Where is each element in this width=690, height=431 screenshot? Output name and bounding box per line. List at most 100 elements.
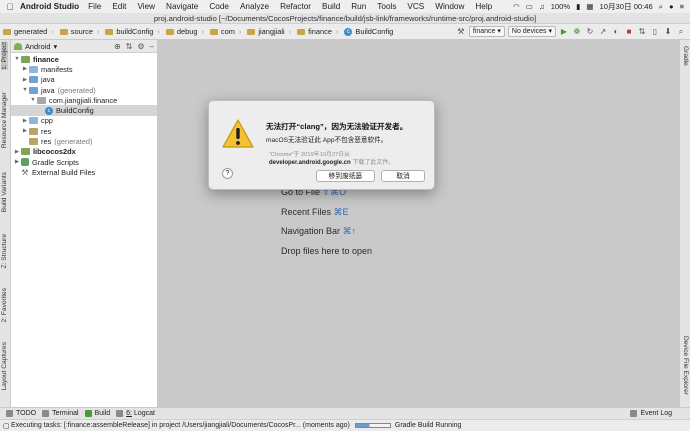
- hide-icon[interactable]: –: [150, 42, 154, 51]
- collapsed-arrow-icon[interactable]: ▶: [21, 118, 29, 124]
- attach-debugger-icon[interactable]: ↗: [598, 27, 608, 37]
- collapsed-arrow-icon[interactable]: ▶: [21, 77, 29, 83]
- tree-item[interactable]: ⚒ External Build Files: [11, 167, 157, 177]
- volume-icon[interactable]: ♫: [539, 2, 545, 11]
- chevron-down-icon[interactable]: ▾: [53, 42, 57, 51]
- menu-code[interactable]: Code: [209, 2, 229, 11]
- input-method-icon[interactable]: ▦: [586, 2, 593, 11]
- menu-analyze[interactable]: Analyze: [240, 2, 269, 11]
- breadcrumb-com[interactable]: com ›: [207, 27, 244, 36]
- tree-item[interactable]: ▼ com.jiangjiali.finance: [11, 95, 157, 105]
- tab-build-variants[interactable]: Build Variants: [1, 172, 8, 212]
- status-task[interactable]: Gradle Build Running: [395, 422, 462, 429]
- search-everywhere-icon[interactable]: ⌕: [676, 27, 686, 37]
- menu-file[interactable]: File: [88, 2, 101, 11]
- menu-vcs[interactable]: VCS: [407, 2, 424, 11]
- sdk-manager-icon[interactable]: ⬇: [663, 27, 673, 37]
- tab-gradle[interactable]: Gradle: [682, 46, 689, 66]
- tree-item[interactable]: ▼ java (generated): [11, 85, 157, 95]
- menu-build[interactable]: Build: [322, 2, 340, 11]
- menu-tools[interactable]: Tools: [377, 2, 396, 11]
- breadcrumb-finance[interactable]: finance ›: [294, 27, 341, 36]
- status-message[interactable]: Executing tasks: [:finance:assembleRelea…: [11, 422, 350, 429]
- gear-icon[interactable]: ⚙: [137, 42, 144, 51]
- left-tool-stripe: 1: Project Resource Manager Build Varian…: [0, 40, 11, 407]
- tab-layout-captures[interactable]: Layout Captures: [1, 342, 8, 390]
- tool-terminal[interactable]: Terminal: [42, 410, 79, 417]
- user-icon[interactable]: ●: [669, 2, 674, 11]
- tab-structure[interactable]: Z: Structure: [1, 234, 8, 268]
- navigation-bar: generated › source › buildConfig › debug › c…: [0, 24, 690, 40]
- dialog-source-suffix: 下载了此文件。: [352, 160, 395, 166]
- menu-window[interactable]: Window: [435, 2, 464, 11]
- stop-icon[interactable]: ■: [624, 27, 634, 37]
- folder-icon: [105, 28, 114, 35]
- breadcrumb-generated[interactable]: generated ›: [0, 27, 57, 36]
- tab-device-file-explorer[interactable]: Device File Explorer: [682, 336, 689, 395]
- tree-item[interactable]: c BuildConfig: [11, 105, 157, 116]
- app-menu[interactable]: Android Studio: [20, 2, 79, 11]
- locate-icon[interactable]: ⊕: [114, 42, 121, 51]
- menu-list-icon[interactable]: ≡: [680, 2, 684, 11]
- editor-empty-area[interactable]: Go to File ⇧⌘O Recent Files ⌘E Navigatio…: [158, 40, 679, 407]
- airplay-icon[interactable]: ▭: [526, 2, 533, 11]
- tab-resource-manager[interactable]: Resource Manager: [1, 92, 8, 148]
- menu-view[interactable]: View: [137, 2, 155, 11]
- tool-label: Terminal: [52, 410, 79, 417]
- tree-item[interactable]: ▶ java: [11, 75, 157, 85]
- move-to-trash-button[interactable]: 移到废纸篓: [316, 170, 375, 182]
- tab-favorites[interactable]: 2: Favorites: [1, 288, 8, 322]
- tool-build[interactable]: Build: [84, 410, 110, 417]
- make-project-icon[interactable]: ⚒: [456, 27, 466, 37]
- battery-icon[interactable]: ▮: [576, 2, 580, 11]
- breadcrumb-buildconfig[interactable]: buildConfig ›: [102, 27, 162, 36]
- help-button[interactable]: ?: [222, 168, 233, 179]
- collapsed-arrow-icon[interactable]: ▶: [21, 66, 29, 72]
- breadcrumb-class[interactable]: c BuildConfig: [341, 27, 396, 36]
- avd-manager-icon[interactable]: ▯: [650, 27, 660, 37]
- tool-todo[interactable]: TODO: [6, 410, 36, 417]
- clock[interactable]: 10月30日 00:46: [600, 1, 653, 12]
- wifi-icon[interactable]: ◠: [513, 2, 520, 11]
- project-view-select[interactable]: Android: [25, 42, 50, 51]
- battery-percent[interactable]: 100%: [551, 2, 570, 11]
- collapse-all-icon[interactable]: ⇅: [126, 42, 133, 51]
- menu-edit[interactable]: Edit: [112, 2, 126, 11]
- expanded-arrow-icon[interactable]: ▼: [13, 56, 21, 62]
- hint-recent-files: Recent Files ⌘E: [281, 207, 349, 218]
- run-config-select[interactable]: finance ▾: [468, 26, 505, 37]
- tree-item[interactable]: res (generated): [11, 136, 157, 146]
- expanded-arrow-icon[interactable]: ▼: [21, 87, 29, 93]
- tree-item[interactable]: ▶ cpp: [11, 116, 157, 126]
- collapsed-arrow-icon[interactable]: ▶: [13, 149, 21, 155]
- tree-item[interactable]: ▶ Gradle Scripts: [11, 157, 157, 167]
- apple-menu-icon[interactable]: : [0, 2, 20, 12]
- menu-navigate[interactable]: Navigate: [166, 2, 198, 11]
- tab-project[interactable]: 1: Project: [1, 42, 8, 70]
- menu-run[interactable]: Run: [351, 2, 366, 11]
- device-select[interactable]: No devices ▾: [507, 26, 556, 37]
- tree-item[interactable]: ▶ res: [11, 126, 157, 136]
- profile-icon[interactable]: ◐: [611, 27, 621, 37]
- breadcrumb-source[interactable]: source ›: [57, 27, 103, 36]
- search-icon[interactable]: ⌕: [659, 2, 663, 12]
- breadcrumb-debug[interactable]: debug ›: [163, 27, 207, 36]
- tree-item[interactable]: ▶ manifests: [11, 64, 157, 74]
- status-toggle-icon[interactable]: ▢: [3, 422, 11, 430]
- sync-gradle-icon[interactable]: ⇅: [637, 27, 647, 37]
- tool-logcat[interactable]: 6: Logcat: [116, 410, 155, 417]
- tree-item[interactable]: ▼ finance: [11, 54, 157, 64]
- tool-event-log[interactable]: Event Log: [630, 410, 672, 417]
- expanded-arrow-icon[interactable]: ▼: [29, 97, 37, 103]
- apply-changes-icon[interactable]: ↻: [585, 27, 595, 37]
- menu-help[interactable]: Help: [475, 2, 492, 11]
- breadcrumb-jiangjiali[interactable]: jiangjiali ›: [244, 27, 294, 36]
- collapsed-arrow-icon[interactable]: ▶: [21, 128, 29, 134]
- run-icon[interactable]: ▶: [559, 27, 569, 37]
- collapsed-arrow-icon[interactable]: ▶: [13, 159, 21, 165]
- breadcrumb-label: BuildConfig: [355, 27, 394, 36]
- cancel-button[interactable]: 取消: [381, 170, 425, 182]
- debug-icon[interactable]: ❁: [572, 27, 582, 37]
- menu-refactor[interactable]: Refactor: [280, 2, 311, 11]
- tree-item[interactable]: ▶ libcocos2dx: [11, 147, 157, 157]
